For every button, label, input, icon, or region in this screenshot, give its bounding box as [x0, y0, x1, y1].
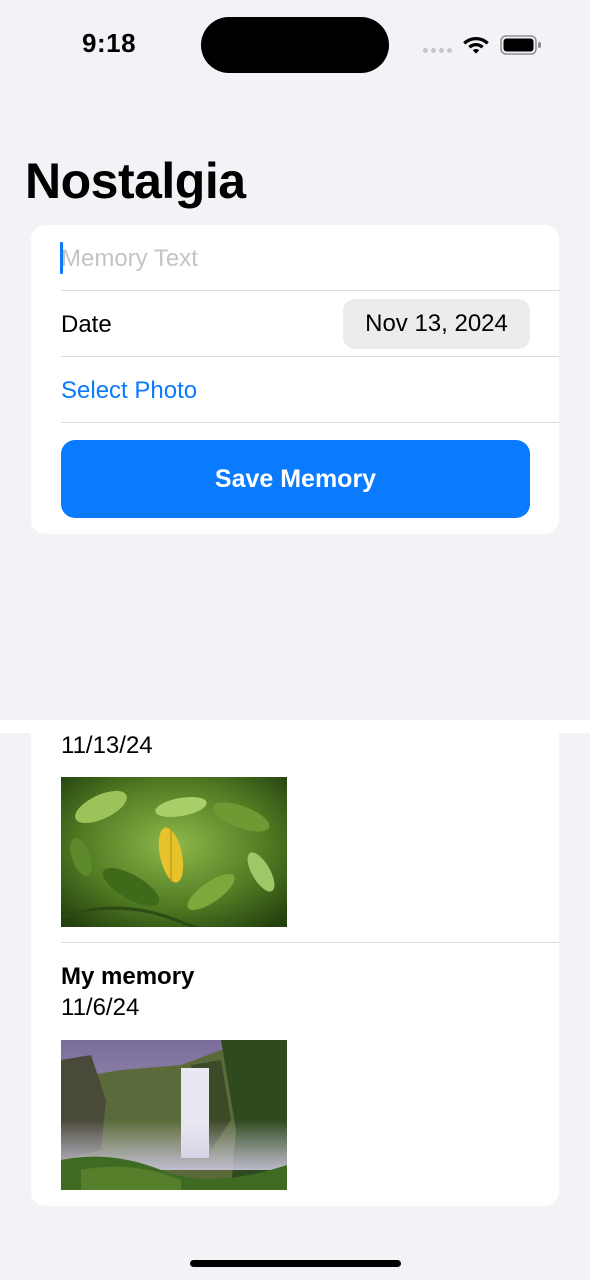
divider — [61, 422, 559, 423]
date-picker-button[interactable]: Nov 13, 2024 — [343, 299, 530, 349]
memory-text-input[interactable] — [61, 239, 521, 279]
cellular-signal-icon — [423, 48, 452, 53]
leaves-photo — [61, 777, 287, 927]
divider — [61, 356, 559, 357]
home-indicator[interactable] — [190, 1260, 401, 1267]
memory-date: 11/6/24 — [61, 994, 140, 1021]
memories-list[interactable]: 11/13/24 My memory 11/6/24 — [31, 720, 559, 1206]
dynamic-island — [201, 17, 389, 73]
divider — [61, 290, 559, 291]
status-time: 9:18 — [82, 28, 137, 58]
text-cursor — [60, 242, 63, 274]
memory-date: 11/13/24 — [61, 732, 153, 759]
select-photo-button[interactable]: Select Photo — [61, 377, 559, 405]
page-title: Nostalgia — [25, 153, 246, 209]
save-memory-button[interactable]: Save Memory — [61, 440, 530, 518]
wifi-icon — [463, 37, 489, 54]
new-memory-form: Date Nov 13, 2024 Select Photo Save Memo… — [31, 225, 559, 534]
waterfall-photo — [61, 1040, 287, 1190]
battery-icon — [500, 35, 541, 55]
divider — [61, 942, 559, 943]
memory-title: My memory — [61, 963, 195, 990]
